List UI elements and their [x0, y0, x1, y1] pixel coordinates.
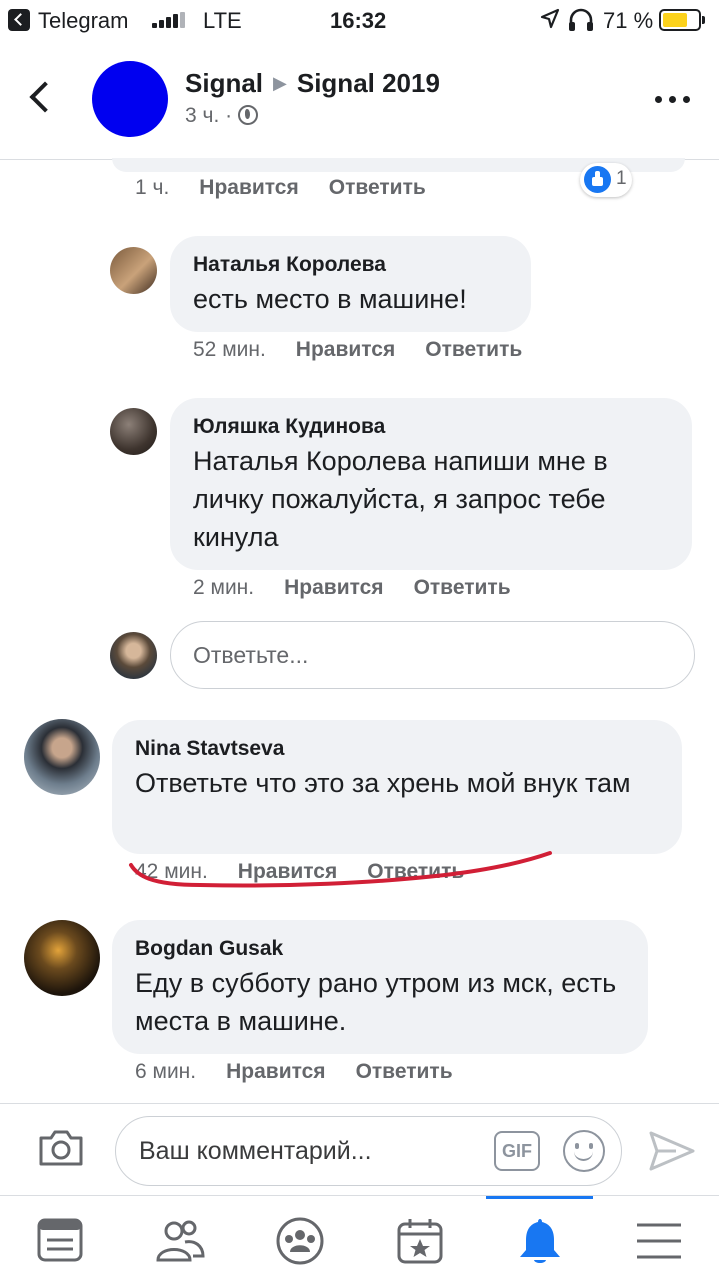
back-chevron-icon[interactable] [29, 81, 61, 113]
like-link[interactable]: Нравится [296, 338, 395, 361]
tab-groups-icon[interactable] [275, 1216, 325, 1266]
comment-actions: 1 ч. Нравится Ответить [135, 176, 426, 200]
comment-text: Ответьте что это за хрень мой внук там [135, 768, 631, 798]
tab-menu-icon[interactable] [634, 1216, 684, 1266]
comment-author[interactable]: Bogdan Gusak [135, 934, 624, 964]
active-tab-indicator [486, 1196, 593, 1199]
reaction-count: 1 [616, 168, 627, 189]
current-user-avatar [110, 632, 157, 679]
comment-actions: 6 мин. Нравится Ответить [135, 1060, 453, 1084]
headphones-icon [569, 8, 593, 31]
comment-bubble: Юляшка Кудинова Наталья Королева напиши … [170, 398, 692, 570]
comment-text: Еду в субботу рано утром из мск, есть ме… [135, 968, 617, 1036]
tab-marketplace-icon[interactable] [395, 1216, 445, 1266]
avatar[interactable] [24, 719, 100, 795]
comment-bubble: Bogdan Gusak Еду в субботу рано утром из… [112, 920, 648, 1054]
comment-time: 52 мин. [193, 338, 266, 361]
post-title: Signal ▶ Signal 2019 [185, 68, 440, 99]
comment-bubble: Nina Stavtseva Ответьте что это за хрень… [112, 720, 682, 854]
comment-time: 1 ч. [135, 176, 170, 199]
reply-link[interactable]: Ответить [425, 338, 522, 361]
comment-time: 6 мин. [135, 1060, 197, 1083]
comment-author[interactable]: Nina Stavtseva [135, 734, 658, 764]
comment-input-placeholder: Ваш комментарий... [139, 1137, 372, 1165]
battery-icon [659, 9, 705, 31]
like-link[interactable]: Нравится [284, 576, 383, 599]
comment-input[interactable]: Ваш комментарий... GIF [115, 1116, 622, 1186]
reply-link[interactable]: Ответить [414, 576, 511, 599]
status-bar: Telegram LTE 16:32 71 % [0, 0, 719, 40]
battery-fill [663, 13, 687, 27]
back-app-label[interactable]: Telegram [38, 8, 128, 34]
comment-author[interactable]: Юляшка Кудинова [193, 412, 668, 442]
post-header: Signal ▶ Signal 2019 3 ч. · [0, 40, 719, 160]
comment-actions: 52 мин. Нравится Ответить [193, 338, 522, 362]
battery-percent: 71 % [603, 8, 654, 33]
signal-strength-icon [152, 12, 186, 28]
reaction-badge[interactable]: 1 [580, 163, 632, 197]
comment-composer: Ваш комментарий... GIF [0, 1103, 719, 1195]
emoji-icon[interactable] [563, 1130, 605, 1172]
group-avatar[interactable] [92, 61, 168, 137]
network-type: LTE [203, 8, 242, 33]
location-arrow-icon [540, 8, 560, 29]
avatar[interactable] [24, 920, 100, 996]
red-underline-annotation [129, 851, 552, 888]
like-link[interactable]: Нравится [199, 176, 298, 199]
gif-icon[interactable]: GIF [494, 1131, 540, 1171]
comment-author[interactable]: Наталья Королева [193, 250, 507, 280]
arrow-right-icon: ▶ [273, 73, 287, 93]
comment-time: 2 мин. [193, 576, 255, 599]
bottom-tab-bar [0, 1195, 719, 1280]
reply-input[interactable]: Ответьте... [170, 621, 695, 689]
more-options-button[interactable] [655, 96, 691, 106]
send-icon[interactable] [648, 1130, 696, 1172]
like-link[interactable]: Нравится [226, 1060, 325, 1083]
thumbs-up-icon [584, 166, 611, 193]
post-time: 3 ч. · [185, 104, 233, 127]
tab-notifications-icon[interactable] [515, 1216, 565, 1266]
clock: 16:32 [330, 8, 387, 33]
comment-text: есть место в машине! [193, 284, 467, 314]
avatar[interactable] [110, 408, 157, 455]
post-group[interactable]: Signal 2019 [297, 68, 440, 98]
comment-text: Наталья Королева напиши мне в личку пожа… [193, 446, 608, 552]
comment-bubble: Наталья Королева есть место в машине! [170, 236, 531, 332]
tab-friends-icon[interactable] [155, 1216, 205, 1266]
back-to-app-icon[interactable] [8, 9, 30, 31]
camera-icon[interactable] [37, 1128, 85, 1168]
avatar[interactable] [110, 247, 157, 294]
post-meta: 3 ч. · [185, 104, 259, 128]
reply-link[interactable]: Ответить [329, 176, 426, 199]
tab-news-feed-icon[interactable] [36, 1216, 86, 1266]
reply-input-placeholder: Ответьте... [193, 642, 309, 668]
post-author[interactable]: Signal [185, 68, 263, 98]
comment-actions: 2 мин. Нравится Ответить [193, 576, 511, 600]
reply-link[interactable]: Ответить [356, 1060, 453, 1083]
globe-icon [238, 105, 259, 125]
